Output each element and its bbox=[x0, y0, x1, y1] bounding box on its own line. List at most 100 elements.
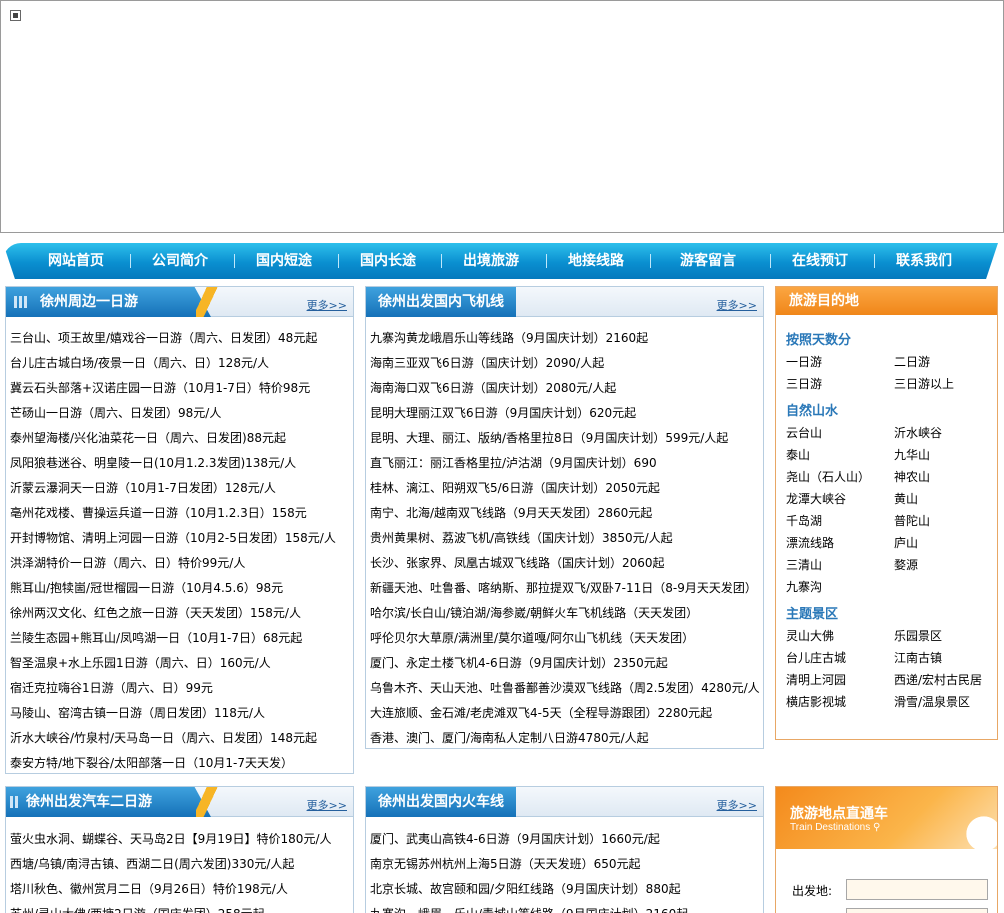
destination-link[interactable]: 三日游 bbox=[786, 375, 822, 392]
nav-about[interactable]: 公司简介 bbox=[152, 250, 208, 270]
list-item[interactable]: 三台山、项王故里/嬉戏谷一日游（周六、日发团）48元起 bbox=[10, 326, 353, 351]
list-item[interactable]: 香港、澳门、厦门/海南私人定制八日游4780元/人起 bbox=[370, 726, 763, 751]
list-item[interactable]: 乌鲁木齐、天山天池、吐鲁番鄯善沙漠双飞线路（周2.5发团）4280元/人 bbox=[370, 676, 763, 701]
list-item[interactable]: 昆明大理丽江双飞6日游（9月国庆计划）620元起 bbox=[370, 401, 763, 426]
panel-title: 旅游地点直通车 bbox=[790, 806, 888, 822]
list-item[interactable]: 西塘/乌镇/南浔古镇、西湖二日(周六发团)330元/人起 bbox=[10, 852, 353, 877]
destination-link[interactable]: 三日游以上 bbox=[894, 375, 954, 392]
nav-outbound[interactable]: 出境旅游 bbox=[463, 250, 519, 270]
list-item[interactable]: 台儿庄古城白场/夜景一日（周六、日）128元/人 bbox=[10, 351, 353, 376]
destination-link[interactable]: 漂流线路 bbox=[786, 534, 834, 551]
destination-link[interactable]: 滑雪/温泉景区 bbox=[894, 693, 970, 710]
destination-link[interactable]: 千岛湖 bbox=[786, 512, 822, 529]
nav-domestic-short[interactable]: 国内短途 bbox=[256, 250, 312, 270]
panel-destinations: 旅游目的地 按照天数分 一日游 二日游 三日游 三日游以上 自然山水 云台山 沂水峡谷泰… bbox=[775, 286, 998, 740]
panel-title: 徐州出发国内飞机线 bbox=[366, 287, 516, 317]
list-item[interactable]: 萤火虫水洞、蝴蝶谷、天马岛2日【9月19日】特价180元/人 bbox=[10, 827, 353, 852]
destination-link[interactable]: 云台山 bbox=[786, 424, 822, 441]
list-item[interactable]: 沂水大峡谷/竹泉村/天马岛一日（周六、日发团）148元起 bbox=[10, 726, 353, 751]
nav-local-routes[interactable]: 地接线路 bbox=[568, 250, 624, 270]
list-item[interactable]: 苏州/灵山大佛/西塘2日游（国庆发团）258元起 bbox=[10, 902, 353, 913]
list-item[interactable]: 海南三亚双飞6日游（国庆计划）2090/人起 bbox=[370, 351, 763, 376]
trip-list: 三台山、项王故里/嬉戏谷一日游（周六、日发团）48元起 台儿庄古城白场/夜景一日（… bbox=[10, 326, 353, 776]
panel-title: 徐州出发国内火车线 bbox=[366, 787, 516, 817]
list-item[interactable]: 北京长城、故宫颐和园/夕阳红线路（9月国庆计划）880起 bbox=[370, 877, 763, 902]
destination-link[interactable]: 婺源 bbox=[894, 556, 918, 573]
list-item[interactable]: 兰陵生态园+熊耳山/凤鸣湖一日（10月1-7日）68元起 bbox=[10, 626, 353, 651]
list-item[interactable]: 厦门、永定土楼飞机4-6日游（9月国庆计划）2350元起 bbox=[370, 651, 763, 676]
list-item[interactable]: 长沙、张家界、凤凰古城双飞线路（国庆计划）2060起 bbox=[370, 551, 763, 576]
panel-domestic-flights: 徐州出发国内飞机线 更多>> 九寨沟黄龙峨眉乐山等线路（9月国庆计划）2160起… bbox=[365, 286, 764, 749]
destination-link[interactable]: 沂水峡谷 bbox=[894, 424, 942, 441]
destination-link[interactable]: 横店影视城 bbox=[786, 693, 846, 710]
list-item[interactable]: 南京无锡苏州杭州上海5日游（天天发班）650元起 bbox=[370, 852, 763, 877]
destination-link[interactable]: 二日游 bbox=[894, 353, 930, 370]
nav-contact[interactable]: 联系我们 bbox=[896, 250, 952, 270]
panel-domestic-trains: 徐州出发国内火车线 更多>> 厦门、武夷山高铁4-6日游（9月国庆计划）1660… bbox=[365, 786, 764, 913]
destination-link[interactable]: 神农山 bbox=[894, 468, 930, 485]
list-item[interactable]: 宿迁克拉嗨谷1日游（周六、日）99元 bbox=[10, 676, 353, 701]
nav-domestic-long[interactable]: 国内长途 bbox=[360, 250, 416, 270]
list-item[interactable]: 贵州黄果树、荔波飞机/高铁线（国庆计划）3850元/人起 bbox=[370, 526, 763, 551]
list-item[interactable]: 徐州两汉文化、红色之旅一日游（天天发团）158元/人 bbox=[10, 601, 353, 626]
destination-link[interactable]: 乐园景区 bbox=[894, 627, 942, 644]
destination-link[interactable]: 黄山 bbox=[894, 490, 918, 507]
bars-icon bbox=[14, 296, 32, 308]
destination-link[interactable]: 普陀山 bbox=[894, 512, 930, 529]
list-item[interactable]: 南宁、北海/越南双飞线路（9月天天发团）2860元起 bbox=[370, 501, 763, 526]
destination-link[interactable]: 西递/宏村古民居 bbox=[894, 671, 982, 688]
list-item[interactable]: 新疆天池、吐鲁番、喀纳斯、那拉提双飞/双卧7-11日（8-9月天天发团） bbox=[370, 576, 763, 601]
destination-link[interactable]: 清明上河园 bbox=[786, 671, 846, 688]
destination-link[interactable]: 三清山 bbox=[786, 556, 822, 573]
list-item[interactable]: 呼伦贝尔大草原/满洲里/莫尔道嘎/阿尔山飞机线（天天发团） bbox=[370, 626, 763, 651]
list-item[interactable]: 哈尔滨/长白山/镜泊湖/海参崴/朝鲜火车飞机线路（天天发团） bbox=[370, 601, 763, 626]
list-item[interactable]: 泰安方特/地下裂谷/太阳部落一日（10月1-7天天发） bbox=[10, 751, 353, 776]
list-item[interactable]: 昆明、大理、丽江、版纳/香格里拉8日（9月国庆计划）599元/人起 bbox=[370, 426, 763, 451]
destination-link[interactable]: 泰山 bbox=[786, 446, 810, 463]
list-item[interactable]: 智圣温泉+水上乐园1日游（周六、日）160元/人 bbox=[10, 651, 353, 676]
list-item[interactable]: 熊耳山/抱犊崮/冠世榴园一日游（10月4.5.6）98元 bbox=[10, 576, 353, 601]
list-item[interactable]: 泰州望海楼/兴化油菜花一日（周六、日发团)88元起 bbox=[10, 426, 353, 451]
list-item[interactable]: 亳州花戏楼、曹操运兵道一日游（10月1.2.3日）158元 bbox=[10, 501, 353, 526]
destination-link[interactable]: 灵山大佛 bbox=[786, 627, 834, 644]
list-item[interactable]: 桂林、漓江、阳朔双飞5/6日游（国庆计划）2050元起 bbox=[370, 476, 763, 501]
list-item[interactable]: 沂蒙云瀑洞天一日游（10月1-7日发团）128元/人 bbox=[10, 476, 353, 501]
list-item[interactable]: 开封博物馆、清明上河园一日游（10月2-5日发团）158元/人 bbox=[10, 526, 353, 551]
trip-list: 厦门、武夷山高铁4-6日游（9月国庆计划）1660元/起 南京无锡苏州杭州上海5日… bbox=[370, 827, 763, 913]
destination-link[interactable]: 江南古镇 bbox=[894, 649, 942, 666]
list-item[interactable]: 马陵山、窑湾古镇一日游（周日发团）118元/人 bbox=[10, 701, 353, 726]
from-input[interactable] bbox=[846, 879, 988, 900]
list-item[interactable]: 厦门、武夷山高铁4-6日游（9月国庆计划）1660元/起 bbox=[370, 827, 763, 852]
more-link[interactable]: 更多>> bbox=[717, 297, 757, 313]
destination-link[interactable]: 尧山（石人山） bbox=[786, 468, 870, 485]
more-link[interactable]: 更多>> bbox=[307, 297, 347, 313]
list-item[interactable]: 九寨沟黄龙峨眉乐山等线路（9月国庆计划）2160起 bbox=[370, 326, 763, 351]
panel-bus-two-day: 徐州出发汽车二日游 更多>> 萤火虫水洞、蝴蝶谷、天马岛2日【9月19日】特价1… bbox=[5, 786, 354, 913]
list-item[interactable]: 凤阳狼巷迷谷、明皇陵一日(10月1.2.3发团)138元/人 bbox=[10, 451, 353, 476]
panel-train-destinations: 旅游地点直通车 Train Destinations ⚲ 出发地: bbox=[775, 786, 998, 913]
to-input[interactable] bbox=[846, 908, 988, 913]
pin-icon: ⚲ bbox=[873, 822, 881, 833]
list-item[interactable]: 九寨沟、峨眉、乐山/青城山等线路（9月国庆计划）2160起 bbox=[370, 902, 763, 913]
nav-booking[interactable]: 在线预订 bbox=[792, 250, 848, 270]
list-item[interactable]: 大连旅顺、金石滩/老虎滩双飞4-5天（全程导游跟团）2280元起 bbox=[370, 701, 763, 726]
list-item[interactable]: 冀云石头部落+汉诺庄园一日游（10月1-7日）特价98元 bbox=[10, 376, 353, 401]
list-item[interactable]: 芒砀山一日游（周六、日发团）98元/人 bbox=[10, 401, 353, 426]
destination-link[interactable]: 一日游 bbox=[786, 353, 822, 370]
more-link[interactable]: 更多>> bbox=[307, 797, 347, 813]
more-link[interactable]: 更多>> bbox=[717, 797, 757, 813]
list-item[interactable]: 海南海口双飞6日游（国庆计划）2080元/人起 bbox=[370, 376, 763, 401]
destination-link[interactable]: 九寨沟 bbox=[786, 578, 822, 595]
banner-placeholder bbox=[0, 0, 1004, 233]
category-nature: 自然山水 bbox=[786, 404, 839, 419]
destination-link[interactable]: 九华山 bbox=[894, 446, 930, 463]
list-item[interactable]: 直飞丽江：丽江香格里拉/泸沽湖（9月国庆计划）690 bbox=[370, 451, 763, 476]
nav-guestbook[interactable]: 游客留言 bbox=[680, 250, 736, 270]
destination-link[interactable]: 龙潭大峡谷 bbox=[786, 490, 846, 507]
destination-link[interactable]: 台儿庄古城 bbox=[786, 649, 846, 666]
destination-link[interactable]: 庐山 bbox=[894, 534, 918, 551]
list-item[interactable]: 塔川秋色、徽州赏月二日（9月26日）特价198元/人 bbox=[10, 877, 353, 902]
list-item[interactable]: 洪泽湖特价一日游（周六、日）特价99元/人 bbox=[10, 551, 353, 576]
panel-subtitle: Train Destinations ⚲ bbox=[790, 822, 881, 833]
nav-home[interactable]: 网站首页 bbox=[48, 250, 104, 270]
